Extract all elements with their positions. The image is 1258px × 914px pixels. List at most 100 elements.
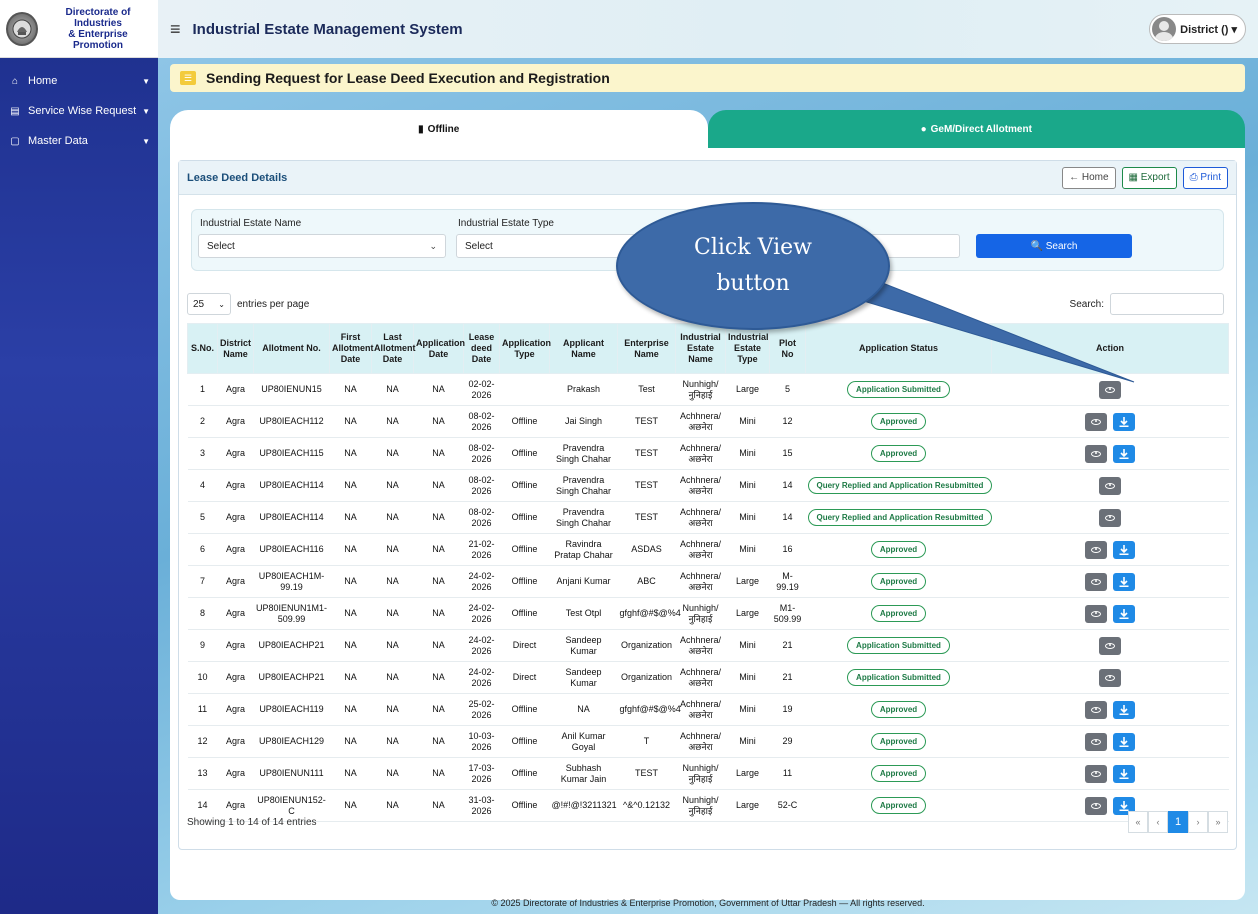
column-header[interactable]: Application Date (413, 323, 465, 374)
view-button[interactable] (1099, 508, 1121, 527)
download-button[interactable] (1113, 412, 1135, 431)
hamburger-menu-icon[interactable]: ≡ (170, 19, 181, 40)
page-header: ☰ Sending Request for Lease Deed Executi… (170, 64, 1245, 92)
column-header[interactable]: District Name (217, 323, 254, 374)
download-icon (1119, 608, 1129, 619)
view-button[interactable] (1085, 572, 1107, 591)
view-button[interactable] (1099, 668, 1121, 687)
table-row: 1 Agra UP80IENUN15 NA NA NA 02-02-2026 Prakash T… (187, 373, 1229, 406)
cell-sno: 4 (187, 469, 218, 502)
cell-estate: Achhnera/ अछनेरा (675, 533, 726, 566)
sidebar-item-master-data[interactable]: ▢ Master Data ▼ (0, 126, 158, 156)
cell-applicant: Prakash (549, 373, 618, 406)
cell-appdate: NA (413, 501, 464, 534)
sidebar-nav: ⌂ Home ▼ ▤ Service Wise Request ▼ ▢ Mast… (0, 58, 158, 156)
download-icon (1119, 448, 1129, 459)
view-button[interactable] (1099, 380, 1121, 399)
column-header[interactable]: Enterprise Name (617, 323, 676, 374)
home-button[interactable]: ← Home (1062, 166, 1116, 189)
estate-name-label: Industrial Estate Name (200, 218, 302, 229)
first-page-button[interactable]: « (1128, 811, 1148, 833)
cell-district: Agra (217, 565, 254, 598)
table-row: 9 Agra UP80IEACHP21 NA NA NA 24-02-2026 Direct S… (187, 629, 1229, 662)
next-page-button[interactable]: › (1188, 811, 1208, 833)
column-header[interactable]: Industrial Estate Type (725, 323, 770, 374)
download-button[interactable] (1113, 444, 1135, 463)
download-button[interactable] (1113, 764, 1135, 783)
column-header[interactable]: S.No. (187, 323, 218, 374)
print-button[interactable]: ⎙ Print (1182, 166, 1228, 189)
view-button[interactable] (1099, 636, 1121, 655)
cell-last: NA (371, 533, 414, 566)
cell-enterprise: TEST (617, 469, 676, 502)
view-button[interactable] (1085, 700, 1107, 719)
column-header[interactable]: Last Allotment Date (371, 323, 416, 374)
column-header[interactable]: Plot No (769, 323, 806, 374)
eye-icon (1091, 802, 1101, 809)
tab-gem-direct-allotment[interactable]: ● GeM/Direct Allotment (707, 110, 1245, 148)
cell-enterprise: TEST (617, 757, 676, 790)
estate-name-select[interactable]: Select ⌄ (198, 234, 446, 258)
view-button[interactable] (1085, 764, 1107, 783)
tab-offline[interactable]: ▮ Offline (170, 110, 708, 148)
cell-apptype: Offline (499, 469, 550, 502)
table-header: S.No. District Name Allotment No. First All… (187, 323, 1229, 374)
cell-appdate: NA (413, 661, 464, 694)
table-info: Showing 1 to 14 of 14 entries (187, 817, 317, 828)
prev-page-button[interactable]: ‹ (1148, 811, 1168, 833)
download-button[interactable] (1113, 572, 1135, 591)
cell-district: Agra (217, 629, 254, 662)
cell-status: Query Replied and Application Resubmitte… (805, 469, 993, 502)
table-row: 14 Agra UP80IENUN152-C NA NA NA 31-03-2026 Offl… (187, 789, 1229, 822)
column-header[interactable]: Lease deed Date (463, 323, 500, 374)
list-icon: ☰ (180, 71, 196, 85)
cell-allot: UP80IEACHP21 (253, 629, 330, 662)
cell-allot: UP80IEACH119 (253, 693, 330, 726)
view-button[interactable] (1085, 796, 1107, 815)
card-header: Lease Deed Details ← Home ▦ Export ⎙ Pri… (179, 161, 1236, 195)
lease-deed-table: S.No. District Name Allotment No. First All… (187, 323, 1229, 822)
download-button[interactable] (1113, 540, 1135, 559)
cell-apptype: Offline (499, 693, 550, 726)
cell-status: Approved (805, 789, 992, 822)
cell-last: NA (371, 437, 414, 470)
column-header[interactable]: Application Status (805, 323, 992, 374)
download-icon (1119, 768, 1129, 779)
download-button[interactable] (1113, 604, 1135, 623)
cell-first: NA (329, 693, 372, 726)
page-length-select[interactable]: 25 ⌄ (187, 293, 231, 315)
download-icon (1119, 736, 1129, 747)
column-header[interactable]: Applicant Name (549, 323, 618, 374)
last-page-button[interactable]: » (1208, 811, 1228, 833)
view-button[interactable] (1085, 412, 1107, 431)
export-button[interactable]: ▦ Export (1121, 166, 1177, 189)
cell-first: NA (329, 661, 372, 694)
column-header[interactable]: Action (991, 323, 1229, 374)
cell-applicant: Jai Singh (549, 405, 618, 438)
cell-allot: UP80IEACH114 (253, 501, 330, 534)
page-1-button[interactable]: 1 (1168, 811, 1188, 833)
user-menu-button[interactable]: District () ▾ (1149, 14, 1246, 44)
sidebar-item-home[interactable]: ⌂ Home ▼ (0, 66, 158, 96)
search-button[interactable]: 🔍 Search (976, 234, 1132, 258)
view-button[interactable] (1085, 540, 1107, 559)
column-header[interactable]: Allotment No. (253, 323, 330, 374)
table-search-input[interactable] (1110, 293, 1224, 315)
view-button[interactable] (1085, 604, 1107, 623)
cell-appdate: NA (413, 757, 464, 790)
view-button[interactable] (1085, 444, 1107, 463)
cell-plot: 14 (769, 501, 806, 534)
status-badge: Approved (870, 605, 927, 622)
cell-district: Agra (217, 437, 254, 470)
status-badge: Approved (870, 573, 927, 590)
download-button[interactable] (1113, 732, 1135, 751)
main-content: ☰ Sending Request for Lease Deed Executi… (158, 58, 1258, 914)
view-button[interactable] (1099, 476, 1121, 495)
column-header[interactable]: First Allotment Date (329, 323, 374, 374)
cell-action (991, 405, 1229, 438)
sidebar-item-service-wise-request[interactable]: ▤ Service Wise Request ▼ (0, 96, 158, 126)
view-button[interactable] (1085, 732, 1107, 751)
download-button[interactable] (1113, 700, 1135, 719)
column-header[interactable]: Application Type (499, 323, 551, 374)
column-header[interactable]: Industrial Estate Name (675, 323, 726, 374)
